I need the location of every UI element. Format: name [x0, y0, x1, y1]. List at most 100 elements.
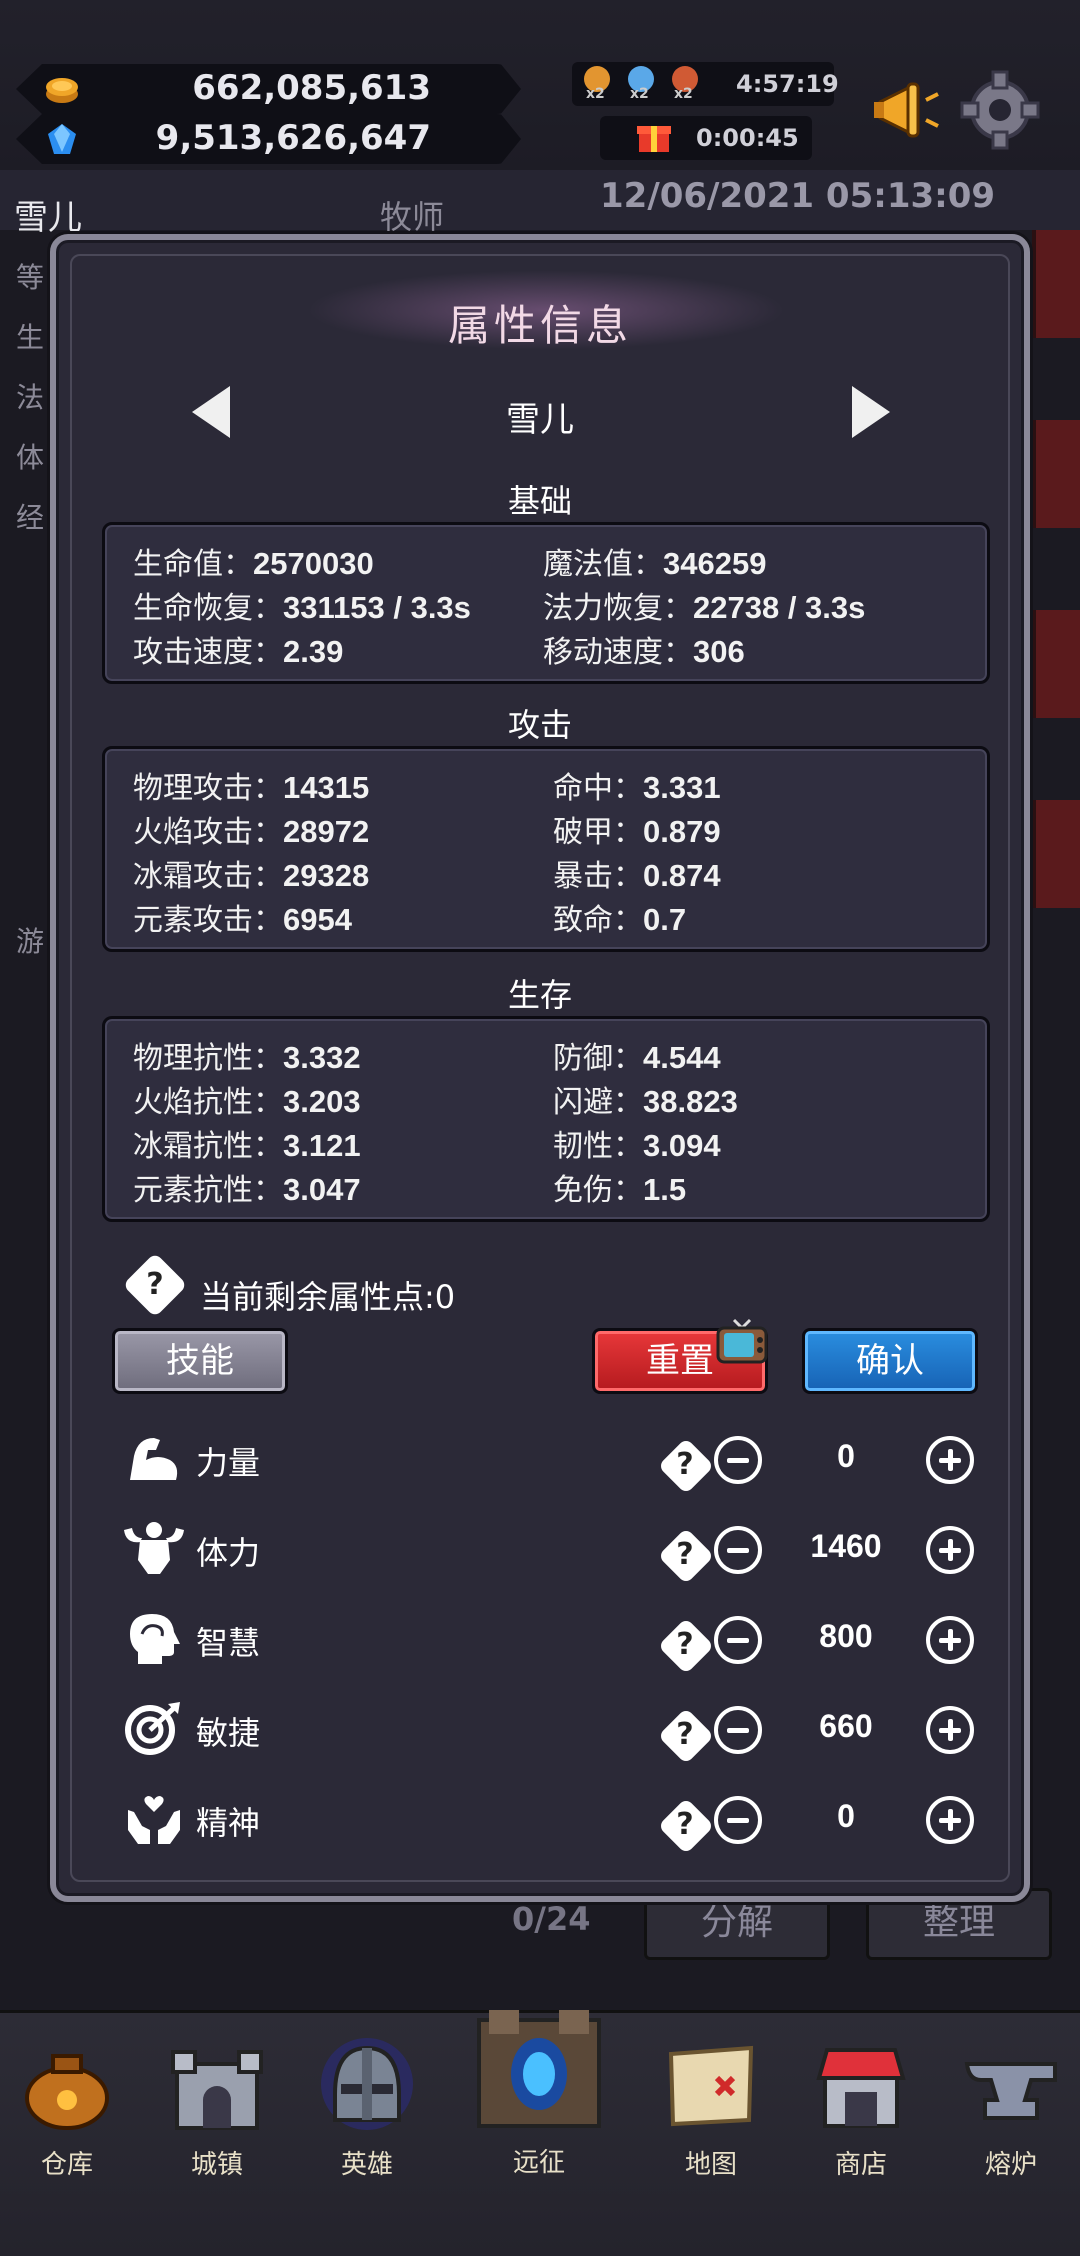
remaining-points: 当前剩余属性点:0 [200, 1278, 456, 1316]
stat-physical-resist: 物理抗性：3.332 [133, 1040, 361, 1076]
attribute-value: 800 [819, 1618, 873, 1654]
bg-hero-name: 雪儿 [14, 198, 82, 238]
attribute-value: 0 [837, 1438, 855, 1474]
gift-icon[interactable] [636, 118, 672, 154]
nav-item-hero[interactable]: 英雄 [292, 2014, 442, 2180]
attribute-name: 力量 [196, 1444, 261, 1482]
increase-icon[interactable] [926, 1616, 974, 1664]
nav-label: 商店 [834, 2150, 887, 2180]
bg-stat-label: 生 [16, 321, 45, 354]
bag-icon [25, 2054, 109, 2130]
portal-icon [477, 2010, 601, 2128]
stat-fire-attack: 火焰攻击：28972 [133, 814, 370, 850]
gold-coin-icon [46, 78, 78, 103]
nav-item-expedition[interactable]: 远征 [464, 1990, 614, 2178]
megaphone-icon[interactable] [872, 78, 942, 142]
stat-defense: 防御：4.544 [553, 1040, 721, 1076]
attribute-value: 0 [837, 1798, 855, 1834]
survival-stats-panel: 物理抗性：3.332 火焰抗性：3.203 冰霜抗性：3.121 元素抗性：3.… [102, 1016, 990, 1222]
attribute-row-wisdom: 智慧 ? 800 [56, 1604, 1024, 1676]
stat-armor-pierce: 破甲：0.879 [553, 814, 721, 850]
nav-item-map[interactable]: 地图 [636, 2014, 786, 2180]
increase-icon[interactable] [926, 1706, 974, 1754]
buff-multiplier: x2 [630, 86, 649, 102]
flexing-body-icon [124, 1522, 184, 1574]
attribute-name: 智慧 [196, 1624, 261, 1662]
section-title-basic: 基础 [507, 482, 572, 520]
stat-dodge: 闪避：38.823 [553, 1084, 738, 1120]
section-title-survival: 生存 [507, 976, 572, 1014]
gold-bar: 662,085,613 [16, 64, 521, 114]
increase-icon[interactable] [926, 1526, 974, 1574]
attack-stats-panel: 物理攻击：14315 火焰攻击：28972 冰霜攻击：29328 元素攻击：69… [102, 746, 990, 952]
map-icon [668, 2045, 754, 2127]
attribute-value: 1460 [810, 1528, 882, 1564]
stat-hit: 命中：3.331 [553, 770, 721, 806]
stat-element-attack: 元素攻击：6954 [133, 902, 352, 938]
bg-stat-label: 游 [16, 925, 45, 958]
nav-label: 英雄 [340, 2150, 393, 2180]
stat-hp: 生命值：2570030 [133, 546, 374, 582]
stat-crit: 暴击：0.874 [553, 858, 721, 894]
attribute-name: 精神 [196, 1804, 261, 1842]
attribute-row-agility: 敏捷 ? 660 [56, 1694, 1024, 1766]
increase-icon[interactable] [926, 1796, 974, 1844]
stat-fire-resist: 火焰抗性：3.203 [133, 1084, 361, 1120]
nav-item-town[interactable]: 城镇 [142, 2014, 292, 2180]
castle-icon [171, 2050, 263, 2130]
stat-mp-regen: 法力恢复：22738 / 3.3s [543, 590, 866, 626]
muscle-arm-icon [130, 1438, 178, 1480]
gift-timer: 0:00:45 [696, 124, 799, 152]
watch-ad-tv-icon [716, 1318, 768, 1364]
decrease-icon[interactable] [714, 1436, 762, 1484]
stat-frost-resist: 冰霜抗性：3.121 [133, 1128, 361, 1164]
attribute-name: 体力 [196, 1534, 261, 1572]
attribute-row-spirit: 精神 ? 0 [56, 1784, 1024, 1856]
equip-card[interactable] [1032, 230, 1080, 338]
gem-bar: 9,513,626,647 [16, 114, 521, 164]
nav-label: 仓库 [40, 2150, 93, 2180]
target-arrow-icon [125, 1702, 180, 1755]
head-brain-icon [130, 1614, 180, 1664]
bg-stat-label: 等 [16, 261, 45, 294]
decrease-icon[interactable] [714, 1796, 762, 1844]
nav-label: 远征 [512, 2148, 565, 2178]
hands-heart-icon [128, 1796, 180, 1844]
equip-card[interactable] [1032, 800, 1080, 908]
decrease-icon[interactable] [714, 1706, 762, 1754]
skill-button[interactable]: 技能 [112, 1328, 288, 1394]
decrease-icon[interactable] [714, 1526, 762, 1574]
stat-attack-speed: 攻击速度：2.39 [133, 634, 344, 670]
next-character-arrow-icon[interactable] [852, 386, 890, 438]
nav-item-shop[interactable]: 商店 [786, 2014, 936, 2180]
bg-hero-class: 牧师 [380, 198, 445, 236]
stat-physical-attack: 物理攻击：14315 [133, 770, 370, 806]
nav-item-furnace[interactable]: 熔炉 [936, 2014, 1080, 2180]
decrease-icon[interactable] [714, 1616, 762, 1664]
blue-gem-icon [48, 124, 76, 154]
stat-lethal: 致命：0.7 [553, 902, 687, 938]
buff-multiplier: x2 [674, 86, 693, 102]
attribute-info-dialog: 属性信息 雪儿 基础 生命值：2570030 生命恢复：331153 / 3.3… [50, 234, 1030, 1902]
helmet-icon [321, 2038, 413, 2130]
anvil-icon [964, 2062, 1057, 2120]
stat-frost-attack: 冰霜攻击：29328 [133, 858, 370, 894]
attribute-row-stamina: 体力 ? 1460 [56, 1514, 1024, 1586]
bg-stat-label: 体 [16, 441, 45, 474]
stat-mp: 魔法值：346259 [543, 546, 767, 582]
points-help-icon[interactable]: ? [122, 1252, 188, 1318]
increase-icon[interactable] [926, 1436, 974, 1484]
settings-gear-icon[interactable] [960, 70, 1040, 150]
nav-item-warehouse[interactable]: 仓库 [0, 2014, 142, 2180]
confirm-button[interactable]: 确认 [802, 1328, 978, 1394]
buff-timer: 4:57:19 [736, 70, 839, 98]
inventory-count: 0/24 [512, 1900, 591, 1938]
equip-card[interactable] [1032, 610, 1080, 718]
stat-hp-regen: 生命恢复：331153 / 3.3s [133, 590, 471, 626]
bg-stat-label: 法 [16, 381, 45, 414]
gold-amount: 662,085,613 [192, 68, 431, 108]
equip-card[interactable] [1032, 420, 1080, 528]
gem-amount: 9,513,626,647 [155, 118, 431, 158]
dialog-title: 属性信息 [447, 301, 632, 350]
nav-label: 熔炉 [984, 2150, 1037, 2180]
